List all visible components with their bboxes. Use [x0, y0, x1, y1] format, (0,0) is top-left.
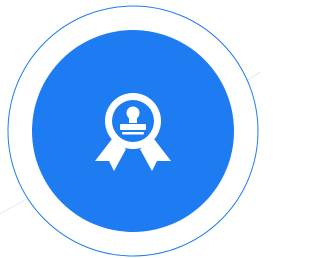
- badge-svg: [0, 5, 260, 257]
- seal-base: [120, 124, 146, 130]
- seal-neck: [129, 117, 137, 123]
- award-badge-graphic: [0, 0, 260, 258]
- seal-stand: [122, 132, 144, 135]
